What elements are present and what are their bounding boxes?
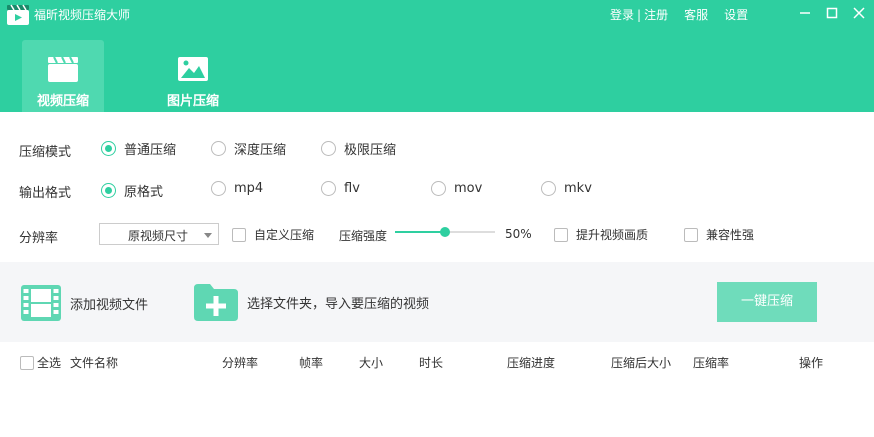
service-link[interactable]: 客服 [684,6,708,23]
app-logo-icon [7,4,29,25]
maximize-icon[interactable] [825,6,839,20]
radio-label: mov [454,181,483,196]
image-icon [178,57,208,81]
close-icon[interactable] [852,6,866,20]
custom-compress-checkbox[interactable]: 自定义压缩 [232,226,314,243]
enhance-quality-checkbox[interactable]: 提升视频画质 [554,226,648,243]
chevron-down-icon [204,233,212,238]
checkbox-box [20,355,34,370]
film-icon [21,285,61,321]
format-original-radio[interactable]: 原格式 [101,181,163,200]
title-bar: 福昕视频压缩大师 登录 | 注册 客服 设置 [0,0,874,30]
checkbox-box [684,227,698,242]
radio-dot [211,141,226,156]
column-header-progress: 压缩进度 [507,356,556,370]
format-label: 输出格式 [19,186,72,201]
radio-label: 极限压缩 [344,143,397,158]
app-title: 福昕视频压缩大师 [34,8,131,22]
column-header-size: 大小 [359,356,384,370]
column-header-resolution: 分辨率 [222,356,259,370]
add-file-label: 添加视频文件 [70,297,149,313]
tab-label: 图片压缩 [166,94,219,109]
one-click-compress-button[interactable]: 一键压缩 [717,282,817,322]
radio-label: 普通压缩 [124,143,177,158]
checkbox-label: 自定义压缩 [254,228,315,242]
radio-dot [431,181,446,196]
checkbox-label: 兼容性强 [706,228,755,242]
radio-label: flv [344,181,360,196]
column-header-filename: 文件名称 [70,356,119,370]
mode-deep-radio[interactable]: 深度压缩 [211,139,286,158]
compatibility-checkbox[interactable]: 兼容性强 [684,226,754,243]
header-bar: 福昕视频压缩大师 登录 | 注册 客服 设置 视频压缩 图片压缩 [0,0,874,112]
column-header-ratio: 压缩率 [693,356,730,370]
checkbox-label: 提升视频画质 [576,228,649,242]
checkbox-box [232,227,246,242]
tab-label: 视频压缩 [36,94,89,109]
column-header-compressed-size: 压缩后大小 [611,356,672,370]
format-mkv-radio[interactable]: mkv [541,181,592,196]
action-area: 添加视频文件 选择文件夹，导入要压缩的视频 一键压缩 [0,262,874,342]
mode-label: 压缩模式 [19,145,72,160]
checkbox-box [554,227,568,242]
folder-add-icon [194,284,238,321]
slider-fill [395,231,445,233]
login-link[interactable]: 登录 [610,6,634,23]
tab-video-compress[interactable]: 视频压缩 [22,40,104,112]
radio-dot [321,181,336,196]
strength-label: 压缩强度 [339,229,388,243]
radio-dot [321,141,336,156]
column-header-actions: 操作 [799,356,824,370]
add-video-file-button[interactable]: 添加视频文件 [20,284,148,322]
clapperboard-icon [48,56,78,82]
radio-dot [101,183,116,198]
register-link[interactable]: 注册 [644,6,668,23]
strength-slider[interactable] [395,227,495,237]
radio-label: 原格式 [124,185,164,200]
radio-label: 深度压缩 [234,143,287,158]
add-folder-label: 选择文件夹，导入要压缩的视频 [247,296,430,312]
format-mov-radio[interactable]: mov [431,181,482,196]
mode-normal-radio[interactable]: 普通压缩 [101,139,176,158]
format-flv-radio[interactable]: flv [321,181,360,196]
select-folder-button[interactable]: 选择文件夹，导入要压缩的视频 [193,282,429,322]
link-separator: | [637,7,642,22]
minimize-icon[interactable] [798,6,812,20]
radio-label: mp4 [234,181,264,196]
resolution-label: 分辨率 [19,231,59,246]
resolution-value: 原视频尺寸 [128,229,189,243]
radio-label: mkv [564,181,592,196]
radio-dot [101,141,116,156]
format-mp4-radio[interactable]: mp4 [211,181,263,196]
column-header-framerate: 帧率 [299,356,324,370]
resolution-select[interactable]: 原视频尺寸 [99,223,219,245]
tab-image-compress[interactable]: 图片压缩 [152,40,234,112]
mode-extreme-radio[interactable]: 极限压缩 [321,139,396,158]
select-all-label: 全选 [37,356,62,370]
radio-dot [211,181,226,196]
column-header-duration: 时长 [419,356,444,370]
strength-value: 50% [505,227,532,241]
select-all-checkbox[interactable]: 全选 [20,354,61,371]
top-links: 登录 | 注册 客服 设置 [610,6,748,23]
settings-link[interactable]: 设置 [724,6,748,23]
slider-thumb[interactable] [440,227,450,237]
radio-dot [541,181,556,196]
